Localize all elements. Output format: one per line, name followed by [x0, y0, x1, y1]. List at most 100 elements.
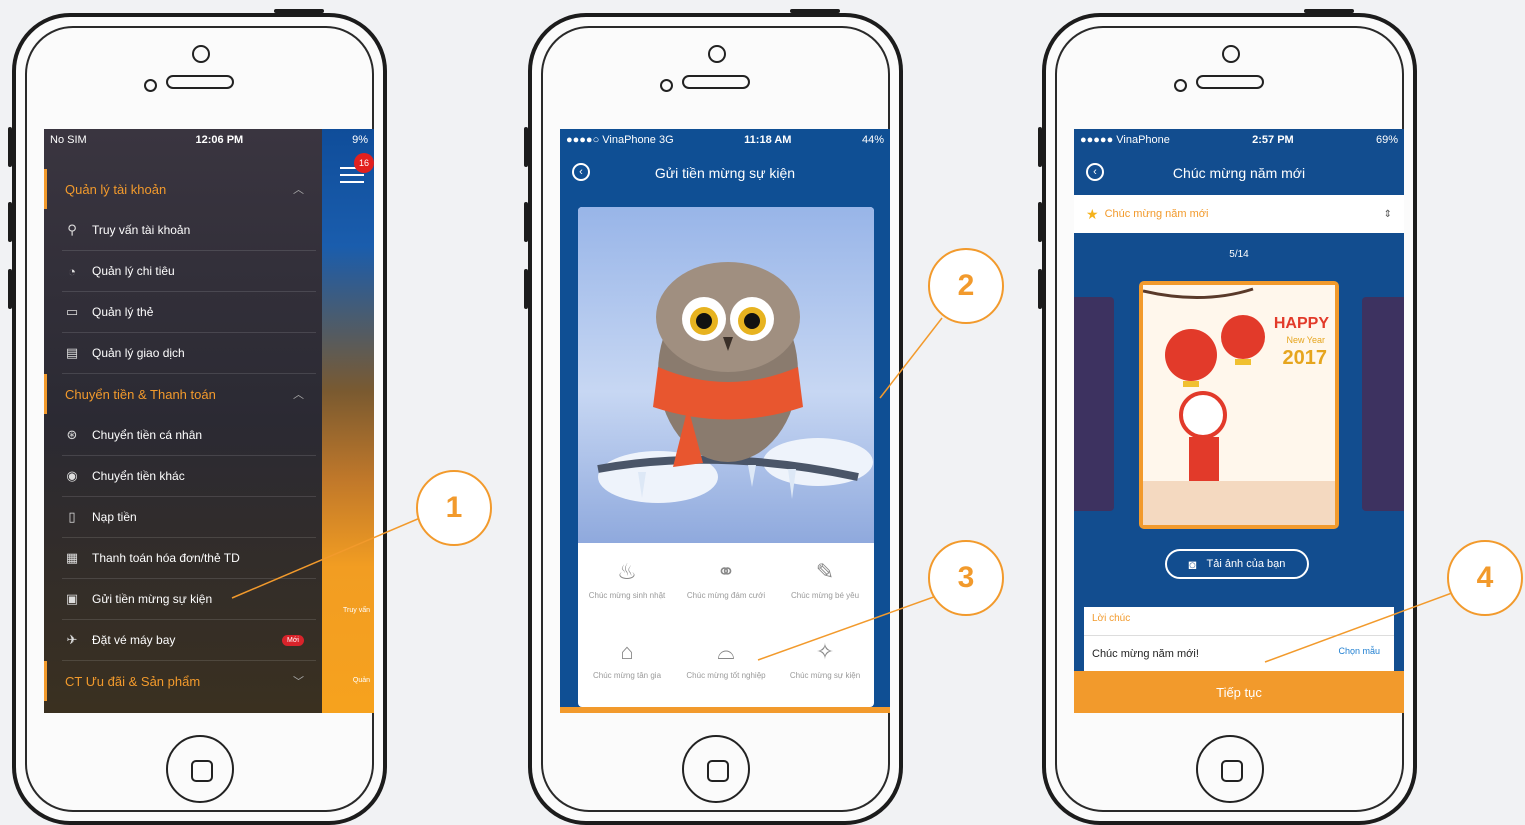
chevron-down-icon: ﹀ [293, 676, 304, 688]
pie-chart-icon: ◔ [68, 263, 76, 279]
star-icon: ★ [1086, 205, 1099, 222]
carrier-text: ●●●●○ VinaPhone 3G [566, 134, 674, 146]
battery-text: 9% [352, 134, 368, 146]
bottle-icon: ✎ [815, 559, 835, 584]
phone-icon: ▯ [68, 509, 76, 524]
transaction-icon: ▤ [65, 345, 79, 360]
mute-switch [8, 127, 12, 167]
menu-item-bill-payment[interactable]: ▦ Thanh toán hóa đơn/thẻ TD [62, 538, 316, 579]
phone-frame-1: No SIM 12:06 PM 9% 16 Quản lý tài khoản ︿… [8, 9, 387, 825]
occasion-dropdown[interactable]: ★ Chúc mừng năm mới ⇕ [1074, 195, 1404, 233]
card-counter: 5/14 [1229, 249, 1249, 260]
option-event[interactable]: ✧ Chúc mừng sự kiện [776, 627, 874, 707]
speaker-icon [681, 75, 750, 89]
section-transfer-payment[interactable]: Chuyển tiền & Thanh toán ︿ [44, 374, 322, 414]
notification-badge: 16 [354, 153, 374, 173]
airplane-icon: ✈ [66, 632, 78, 647]
card-text-happy: HAPPY [1273, 315, 1329, 332]
option-baby[interactable]: ✎ Chúc mừng bé yêu [776, 547, 874, 627]
continue-button[interactable]: Tiếp tục [1074, 671, 1404, 713]
event-card: ♨ Chúc mừng sinh nhật ⚭ Chúc mừng đám cưới… [578, 207, 874, 707]
option-graduation[interactable]: ⌓ Chúc mừng tốt nghiệp [677, 627, 775, 707]
section-account-management[interactable]: Quản lý tài khoản ︿ [44, 169, 322, 209]
nav-bar: ‹ Gửi tiền mừng sự kiện [560, 151, 890, 195]
battery-text: 44% [861, 134, 884, 146]
menu-item-transactions[interactable]: ▤ Quản lý giao dịch [62, 333, 316, 374]
volume-up-button [1038, 202, 1042, 242]
home-button[interactable] [1195, 735, 1264, 803]
user-icon: ⚲ [67, 222, 77, 237]
mute-switch [524, 127, 528, 167]
menu-item-flight-ticket[interactable]: ✈ Đặt vé máy bay Mới [62, 620, 316, 661]
mute-switch [1038, 127, 1042, 167]
option-housewarming[interactable]: ⌂ Chúc mừng tân gia [578, 627, 676, 707]
back-icon[interactable]: ‹ [572, 163, 590, 181]
callout-2: 2 [928, 248, 1004, 324]
rings-icon: ⚭ [716, 559, 736, 584]
home-button[interactable] [681, 735, 750, 803]
screen-event-gift: ●●●●○ VinaPhone 3G 11:18 AM 44% ‹ Gửi ti… [560, 129, 890, 713]
sensor-icon [1174, 79, 1187, 92]
new-badge: Mới [282, 634, 304, 646]
menu-item-personal-transfer[interactable]: ⊛ Chuyển tiền cá nhân [62, 415, 316, 456]
bottom-strip [560, 707, 890, 713]
sensor-icon [660, 79, 673, 92]
volume-up-button [524, 202, 528, 242]
menu-item-cards[interactable]: ▭ Quản lý thẻ [62, 292, 316, 333]
card-preview-previous[interactable] [1074, 297, 1114, 511]
time-text: 12:06 PM [195, 134, 244, 146]
message-input[interactable]: Chúc mừng năm mới! Chọn mẫu [1084, 636, 1394, 672]
screen-menu: No SIM 12:06 PM 9% 16 Quản lý tài khoản ︿… [44, 129, 374, 713]
upload-photo-button[interactable]: ◙ Tải ảnh của bạn [1165, 549, 1309, 579]
power-button [790, 9, 840, 13]
house-icon: ⌂ [620, 639, 634, 664]
message-form: Lời chúc Chúc mừng năm mới! Chọn mẫu [1084, 607, 1394, 681]
graduation-cap-icon: ⌓ [717, 639, 735, 664]
power-button [1304, 9, 1354, 13]
card-selected[interactable]: HAPPY New Year 2017 [1139, 281, 1339, 529]
coin-icon: ◉ [66, 468, 78, 483]
dropdown-value: Chúc mừng năm mới [1104, 208, 1209, 220]
callout-1: 1 [416, 470, 492, 546]
speaker-icon [165, 75, 234, 89]
back-icon[interactable]: ‹ [1086, 163, 1104, 181]
section-promotions[interactable]: CT Ưu đãi & Sản phẩm ﹀ [44, 661, 322, 701]
owl-illustration[interactable] [578, 207, 874, 543]
menu-item-account-inquiry[interactable]: ⚲ Truy vấn tài khoản [62, 210, 316, 251]
screen-new-year-card: ●●●●● VinaPhone 2:57 PM 69% ‹ Chúc mừng … [1074, 129, 1404, 713]
side-label-inquiry: Truy vấn [343, 607, 370, 614]
menu-item-other-transfer[interactable]: ◉ Chuyển tiền khác [62, 456, 316, 497]
option-wedding[interactable]: ⚭ Chúc mừng đám cưới [677, 547, 775, 627]
phone-frame-3: ●●●●● VinaPhone 2:57 PM 69% ‹ Chúc mừng … [1038, 9, 1417, 825]
phone-frame-2: ●●●●○ VinaPhone 3G 11:18 AM 44% ‹ Gửi ti… [524, 9, 903, 825]
page-title: Gửi tiền mừng sự kiện [654, 165, 796, 181]
volume-down-button [8, 269, 12, 309]
side-label-manage: Quản [352, 677, 370, 684]
menu-item-top-up[interactable]: ▯ Nạp tiền [62, 497, 316, 538]
menu-item-spending[interactable]: ◔ Quản lý chi tiêu [62, 251, 316, 292]
party-icon: ✧ [815, 639, 835, 664]
power-button [274, 9, 324, 13]
camera-icon: ◙ [1188, 556, 1197, 572]
page-title: Chúc mừng năm mới [1172, 165, 1306, 181]
callout-4: 4 [1447, 540, 1523, 616]
camera-icon [1221, 45, 1240, 63]
sensor-icon [144, 79, 157, 92]
home-button[interactable] [165, 735, 234, 803]
choose-template-link[interactable]: Chọn mẫu [1338, 646, 1380, 656]
speaker-icon [1195, 75, 1264, 89]
chevron-up-icon: ︿ [293, 389, 304, 401]
status-bar: ●●●●○ VinaPhone 3G 11:18 AM 44% [560, 129, 890, 151]
menu-item-event-gift[interactable]: ▣ Gửi tiền mừng sự kiện [62, 579, 316, 620]
option-birthday[interactable]: ♨ Chúc mừng sinh nhật [578, 547, 676, 627]
camera-icon [191, 45, 210, 63]
card-preview-next[interactable] [1362, 297, 1404, 511]
message-label: Lời chúc [1084, 607, 1394, 636]
cake-icon: ♨ [617, 559, 637, 584]
card-text-new-year: New Year [1286, 335, 1325, 345]
card-text-year: 2017 [1282, 347, 1328, 369]
callout-3: 3 [928, 540, 1004, 616]
carrier-text: No SIM [50, 134, 87, 146]
battery-text: 69% [1375, 134, 1398, 146]
chevron-up-icon: ︿ [293, 184, 304, 196]
